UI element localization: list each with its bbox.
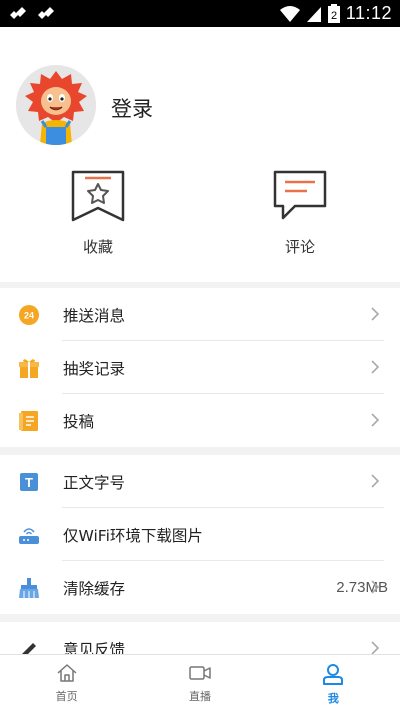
- menu-group-settings: T 正文字号 仅WiFi环境下载图片 清除缓存 2.73MB: [0, 455, 400, 614]
- home-icon: [57, 664, 77, 682]
- tab-label: 首页: [55, 690, 78, 703]
- comments-label: 评论: [284, 238, 315, 256]
- favorites-button[interactable]: 收藏: [63, 170, 133, 257]
- text-size-icon: T: [18, 471, 40, 493]
- menu-group-messages: 24 推送消息 抽奖记录 投稿: [0, 288, 400, 447]
- menu-item-label: 推送消息: [63, 306, 126, 325]
- push-24-icon: 24: [18, 304, 40, 326]
- menu-item-label: 抽奖记录: [63, 359, 126, 378]
- tab-label: 我: [327, 692, 339, 705]
- clock: 11:12: [345, 3, 392, 23]
- video-camera-icon: [189, 666, 211, 680]
- svg-text:24: 24: [24, 310, 34, 320]
- chevron-right-icon: [371, 307, 380, 321]
- status-bar: 2 11:12: [0, 0, 400, 27]
- menu-item-clear-cache[interactable]: 清除缓存 2.73MB: [0, 561, 400, 614]
- battery-icon: 2: [327, 3, 340, 23]
- login-link[interactable]: 登录: [111, 93, 153, 123]
- comments-button[interactable]: 评论: [265, 170, 335, 257]
- chevron-right-icon: [371, 474, 380, 488]
- chevron-right-icon: [371, 360, 380, 374]
- menu-item-wifi-only-images[interactable]: 仅WiFi环境下载图片: [0, 508, 400, 561]
- cache-size-value: 2.73MB: [336, 579, 388, 596]
- menu-item-submit-article[interactable]: 投稿: [0, 394, 400, 447]
- tab-home[interactable]: 首页: [0, 655, 133, 710]
- svg-text:2: 2: [331, 10, 337, 22]
- person-icon: [323, 664, 344, 685]
- tab-me[interactable]: 我: [267, 655, 400, 710]
- notebook-icon: [18, 410, 40, 432]
- wifi-icon: [279, 5, 300, 22]
- menu-item-push-messages[interactable]: 24 推送消息: [0, 288, 400, 341]
- menu-item-label: 清除缓存: [63, 579, 126, 598]
- menu-item-lottery-records[interactable]: 抽奖记录: [0, 341, 400, 394]
- tab-label: 直播: [188, 690, 211, 703]
- menu-item-label: 正文字号: [63, 473, 126, 492]
- avatar[interactable]: [16, 65, 96, 145]
- broom-icon: [18, 577, 40, 599]
- menu-item-label: 投稿: [63, 412, 95, 431]
- bookmark-star-icon: [71, 170, 125, 222]
- chevron-right-icon: [371, 413, 380, 427]
- favorites-label: 收藏: [82, 238, 113, 256]
- lion-mascot-icon: [16, 65, 96, 145]
- svg-text:T: T: [25, 475, 33, 490]
- notification-check-icon: [10, 6, 26, 19]
- gift-icon: [18, 357, 40, 379]
- signal-icon: [306, 6, 321, 22]
- profile-section: 登录 收藏 评论: [0, 27, 400, 282]
- notification-check-icon: [38, 6, 54, 19]
- menu-item-font-size[interactable]: T 正文字号: [0, 455, 400, 508]
- comment-icon: [273, 170, 327, 220]
- tab-live[interactable]: 直播: [133, 655, 266, 710]
- router-icon: [18, 524, 40, 546]
- bottom-tab-bar: 首页 直播 我: [0, 654, 400, 710]
- menu-item-label: 仅WiFi环境下载图片: [63, 526, 203, 545]
- chevron-right-icon: [371, 580, 380, 594]
